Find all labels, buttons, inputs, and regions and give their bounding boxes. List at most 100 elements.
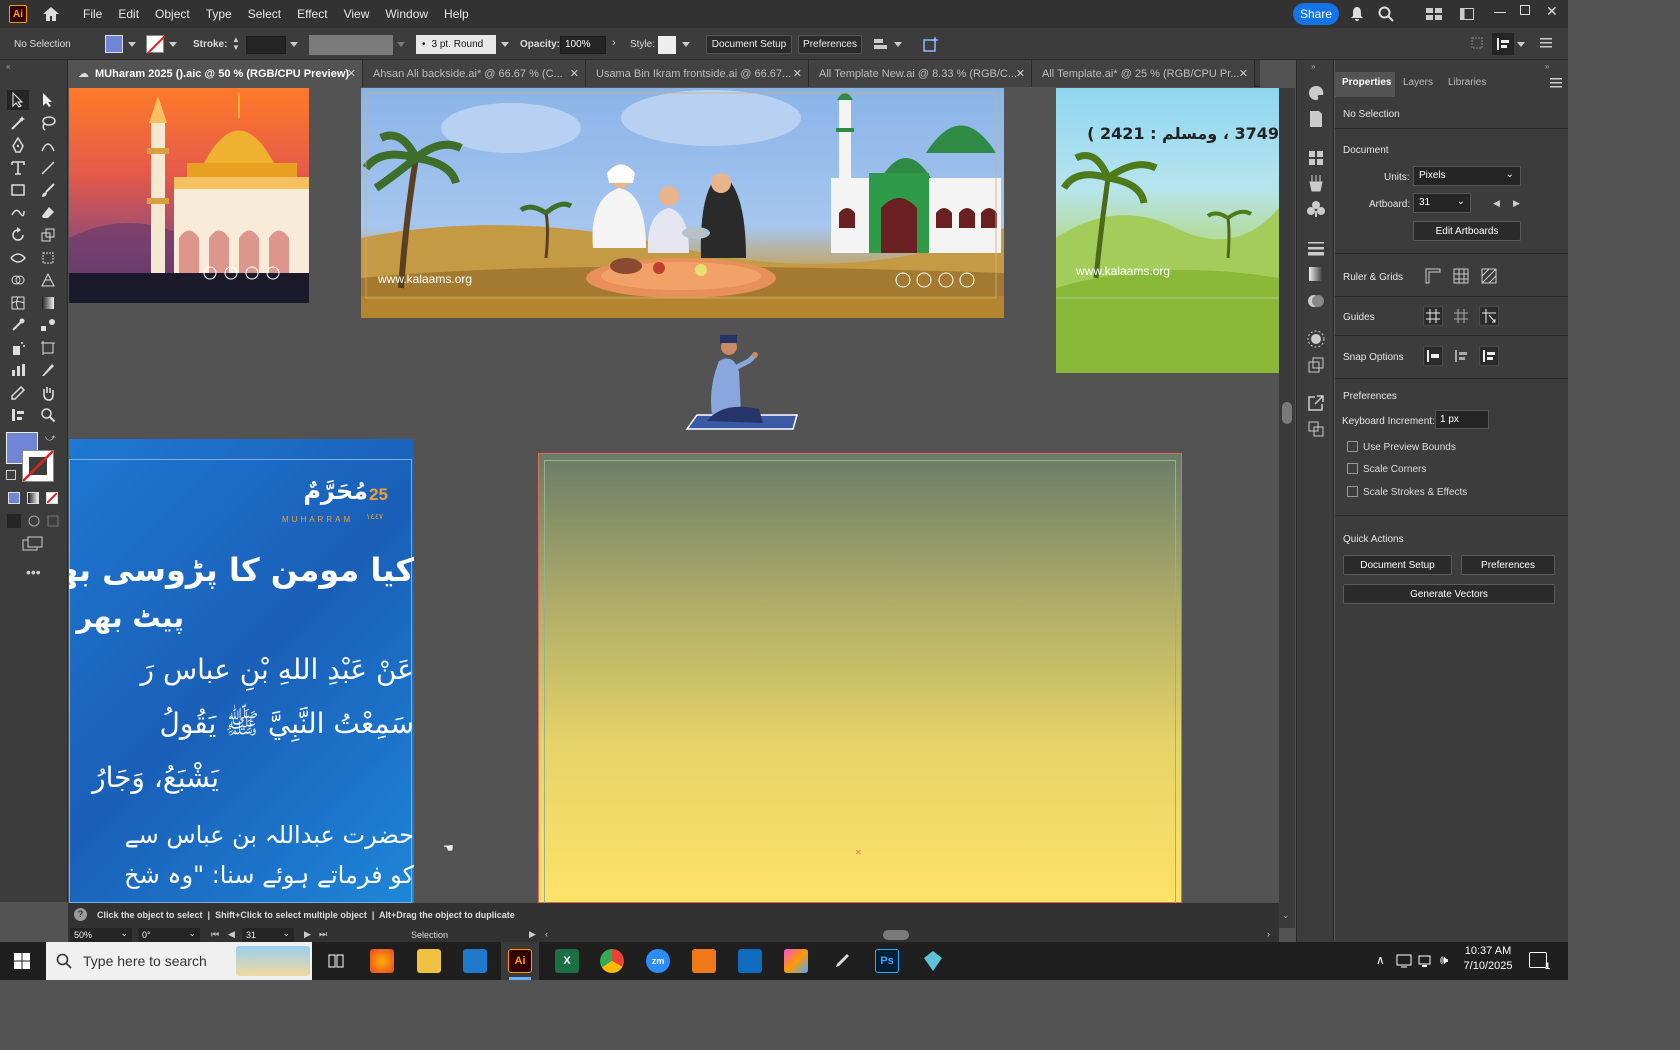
units-select[interactable]: Pixels ⌄ — [1413, 166, 1521, 186]
perspective-grid-tool-icon[interactable] — [37, 270, 59, 290]
grid-icon[interactable] — [1451, 266, 1471, 286]
export-icon[interactable] — [1307, 394, 1325, 412]
opacity-expand-arrow[interactable]: › — [612, 37, 616, 49]
menu-view[interactable]: View — [336, 7, 378, 21]
variable-width-profile[interactable] — [309, 35, 393, 55]
smart-guides-icon[interactable] — [1479, 306, 1499, 326]
last-artboard-icon[interactable]: ⏭ — [319, 929, 327, 940]
next-artboard-icon[interactable]: ▶ — [1513, 198, 1520, 209]
snap-icon[interactable] — [1492, 33, 1514, 55]
artboard-canvas[interactable]: www.kalaams.org 3749 ، ومسلم : 2421 ) ww… — [69, 88, 1279, 903]
rotate-tool-icon[interactable] — [7, 225, 29, 245]
close-button[interactable]: ✕ — [1546, 3, 1558, 20]
none-mode-icon[interactable] — [46, 492, 58, 504]
vertical-scrollbar[interactable]: ⌄ — [1279, 88, 1295, 928]
fill-swatch[interactable] — [105, 35, 123, 53]
xampp-icon[interactable] — [692, 949, 716, 973]
outlook-icon[interactable] — [738, 949, 762, 973]
stroke-stepper[interactable]: ▲ ▼ — [232, 36, 242, 54]
pen-tool-icon[interactable] — [7, 135, 29, 155]
zoom-app-icon[interactable]: zm — [646, 949, 670, 973]
praying-man-illustration[interactable] — [683, 331, 801, 431]
rectangle-tool-icon[interactable] — [7, 180, 29, 200]
scroll-down-arrow[interactable]: ⌄ — [1282, 910, 1290, 921]
draw-behind-icon[interactable] — [27, 514, 41, 528]
transform-icon[interactable] — [1471, 37, 1483, 49]
gradient-panel-icon[interactable] — [1307, 265, 1325, 283]
scale-tool-icon[interactable] — [37, 225, 59, 245]
pathfinder-icon[interactable] — [1307, 420, 1325, 438]
use-preview-bounds-checkbox[interactable] — [1347, 441, 1358, 452]
show-guides-icon[interactable] — [1423, 306, 1443, 326]
tab-usama[interactable]: Usama Bin Ikram frontside.ai @ 66.67... ✕ — [586, 60, 809, 87]
menu-object[interactable]: Object — [147, 7, 198, 21]
scale-corners-checkbox[interactable] — [1347, 463, 1358, 474]
creative-cloud-icon[interactable] — [784, 949, 808, 973]
appearance-icon[interactable] — [1307, 330, 1325, 348]
menu-edit[interactable]: Edit — [110, 7, 147, 21]
taskbar-search-box[interactable]: Type here to search — [46, 942, 312, 980]
mesh-tool-icon[interactable] — [7, 293, 29, 313]
color-panel-icon[interactable] — [1307, 84, 1325, 102]
ruler-icon[interactable] — [1423, 266, 1443, 286]
tab-layers[interactable]: Layers — [1403, 77, 1433, 88]
color-mode-icon[interactable] — [8, 492, 20, 504]
document-setup-button[interactable]: Document Setup — [706, 35, 792, 54]
previous-artboard-nav-icon[interactable]: ◀ — [228, 929, 235, 940]
screen-mode-icon[interactable] — [22, 536, 44, 552]
properties-menu-icon[interactable] — [1550, 78, 1562, 88]
artboard-mosque-sunset[interactable] — [69, 88, 309, 303]
tab-close-icon[interactable]: ✕ — [1016, 67, 1025, 80]
status-expand-arrow[interactable]: ▶ — [529, 929, 536, 940]
tab-close-icon[interactable]: ✕ — [1239, 67, 1248, 80]
slice-tool-icon[interactable] — [37, 360, 59, 380]
zoom-select[interactable]: 50% ⌄ — [70, 928, 132, 942]
swatches-icon[interactable] — [1307, 149, 1325, 167]
symbols-icon[interactable] — [1307, 200, 1325, 218]
artboard-green-landscape[interactable]: 3749 ، ومسلم : 2421 ) www.kalaams.org — [1056, 88, 1279, 373]
scale-strokes-checkbox[interactable] — [1347, 486, 1358, 497]
illustrator-taskbar-active[interactable]: Ai — [501, 942, 539, 980]
stroke-color-swatch[interactable] — [22, 450, 54, 482]
symbol-sprayer-tool-icon[interactable] — [7, 338, 29, 358]
recolor-icon[interactable] — [922, 35, 940, 53]
direct-selection-tool-icon[interactable] — [37, 90, 59, 110]
panel-collapse-icon[interactable]: » — [1545, 62, 1549, 71]
shape-builder-tool-icon[interactable] — [7, 270, 29, 290]
chrome-icon[interactable] — [600, 949, 624, 973]
firefox-icon[interactable] — [370, 949, 394, 973]
horizontal-scroll-thumb[interactable] — [883, 930, 909, 940]
tab-muharram[interactable]: ☁ MUharam 2025 ().aic @ 50 % (RGB/CPU Pre… — [68, 60, 363, 87]
show-hidden-icons[interactable]: ∧ — [1376, 953, 1385, 967]
vertical-scroll-thumb[interactable] — [1282, 402, 1292, 424]
curvature-tool-icon[interactable] — [37, 135, 59, 155]
keyboard-increment-input[interactable]: 1 px — [1435, 410, 1489, 429]
stroke-dropdown-arrow[interactable] — [169, 42, 177, 47]
line-segment-tool-icon[interactable] — [37, 158, 59, 178]
quick-document-setup-button[interactable]: Document Setup — [1343, 555, 1452, 575]
preferences-button[interactable]: Preferences — [798, 35, 862, 54]
restore-button[interactable] — [1520, 5, 1530, 15]
eyedropper-tool-icon[interactable] — [7, 315, 29, 335]
scroll-left-arrow[interactable]: ‹ — [545, 929, 548, 939]
brushes-icon[interactable] — [1307, 174, 1325, 192]
excel-icon[interactable]: X — [555, 949, 579, 973]
menu-type[interactable]: Type — [198, 7, 240, 21]
eraser-tool-icon[interactable] — [37, 203, 59, 223]
zoom-tool-icon[interactable] — [37, 405, 59, 425]
minimize-button[interactable] — [1494, 12, 1506, 13]
artboard-select[interactable]: 31 ⌄ — [1413, 193, 1471, 213]
photoshop-icon[interactable]: Ps — [875, 949, 899, 973]
profile-dropdown[interactable] — [397, 42, 405, 47]
first-artboard-icon[interactable]: ⏮ — [211, 929, 219, 940]
style-dropdown[interactable] — [682, 42, 690, 47]
artboard-gradient[interactable]: ✕ — [538, 453, 1182, 903]
tab-close-icon[interactable]: ✕ — [347, 67, 356, 80]
next-artboard-nav-icon[interactable]: ▶ — [304, 929, 311, 940]
align-icon[interactable] — [873, 36, 889, 52]
arrange-documents-icon[interactable] — [1460, 8, 1474, 20]
network-icon[interactable] — [1418, 954, 1434, 968]
snap-dropdown[interactable] — [1517, 42, 1525, 47]
pen-app-icon[interactable] — [830, 949, 854, 973]
stroke-weight-input[interactable] — [246, 36, 286, 54]
